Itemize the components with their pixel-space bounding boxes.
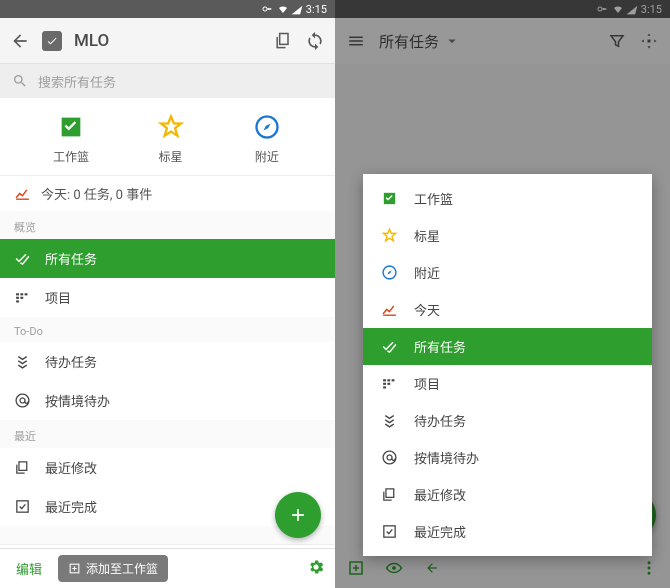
done-icon <box>381 523 398 540</box>
row-by-context[interactable]: 按情境待办 <box>0 381 335 420</box>
chip-label: 添加至工作篮 <box>86 560 158 577</box>
compass-icon <box>253 113 281 141</box>
row-pending[interactable]: 待办任务 <box>0 342 335 381</box>
signal-icon: ◢ <box>292 3 304 16</box>
project-icon <box>14 289 31 306</box>
compass-icon <box>381 264 398 281</box>
search-placeholder: 搜索所有任务 <box>38 72 116 91</box>
bottom-bar: 编辑 添加至工作篮 <box>0 548 335 588</box>
popup-item-star[interactable]: 标星 <box>363 217 652 254</box>
section-overview: 概览 <box>0 211 335 239</box>
row-projects[interactable]: 项目 <box>0 278 335 317</box>
popup-item-inbox[interactable]: 工作篮 <box>363 180 652 217</box>
copy-icon <box>381 486 398 503</box>
row-all-tasks[interactable]: 所有任务 <box>0 239 335 278</box>
row-label: 待办任务 <box>45 352 97 371</box>
at-icon <box>14 392 31 409</box>
popup-item-pending[interactable]: 待办任务 <box>363 402 652 439</box>
view-picker-popup: 工作篮 标星 附近 今天 所有任务 项目 待办任务 按情境待办 最近修改 最近完… <box>363 174 652 556</box>
section-todo: To-Do <box>0 317 335 342</box>
status-bar: ◢ 3:15 <box>0 0 335 18</box>
project-icon <box>381 375 398 392</box>
shortcut-label: 附近 <box>255 148 279 165</box>
popup-item-recent-mod[interactable]: 最近修改 <box>363 476 652 513</box>
popup-item-projects[interactable]: 项目 <box>363 365 652 402</box>
row-label: 最近修改 <box>45 458 97 477</box>
shortcut-inbox[interactable]: 工作篮 <box>53 112 89 165</box>
shortcut-star[interactable]: 标星 <box>156 112 186 165</box>
popup-item-today[interactable]: 今天 <box>363 291 652 328</box>
shortcut-row: 工作篮 标星 附近 <box>0 98 335 175</box>
fab-add[interactable] <box>275 492 321 538</box>
wifi-icon <box>277 3 289 15</box>
row-recent-modified[interactable]: 最近修改 <box>0 448 335 487</box>
sync-icon[interactable] <box>305 31 325 51</box>
header-title: MLO <box>74 31 261 51</box>
edit-button[interactable]: 编辑 <box>10 559 48 578</box>
status-time: 3:15 <box>306 3 327 16</box>
done-icon <box>14 498 31 515</box>
chevrons-icon <box>381 412 398 429</box>
row-label: 按情境待办 <box>45 391 110 410</box>
chart-icon <box>381 301 398 318</box>
copy-icon <box>14 459 31 476</box>
shortcut-label: 标星 <box>158 148 182 165</box>
chevrons-icon <box>14 353 31 370</box>
inbox-icon <box>381 190 398 207</box>
app-badge <box>42 31 62 51</box>
settings-button[interactable] <box>307 558 325 580</box>
copy-icon[interactable] <box>273 31 293 51</box>
row-label: 所有任务 <box>45 249 97 268</box>
key-icon <box>261 3 273 15</box>
add-to-inbox-chip[interactable]: 添加至工作篮 <box>58 555 168 582</box>
row-label: 最近完成 <box>45 497 97 516</box>
app-header: MLO <box>0 18 335 64</box>
plus-icon <box>288 505 308 525</box>
today-row[interactable]: 今天: 0 任务, 0 事件 <box>0 175 335 211</box>
popup-item-recent-done[interactable]: 最近完成 <box>363 513 652 550</box>
back-icon[interactable] <box>10 31 30 51</box>
screen-right: ◢ 3:15 所有任务 ✦ 异星软件空间 yx.hsh.me 工作篮 标星 附近… <box>335 0 670 588</box>
popup-item-context[interactable]: 按情境待办 <box>363 439 652 476</box>
chart-icon <box>14 185 31 202</box>
inbox-icon <box>57 113 85 141</box>
popup-item-all[interactable]: 所有任务 <box>363 328 652 365</box>
screen-left: ◢ 3:15 MLO 搜索所有任务 工作篮 标星 附近 今天: 0 任务, 0 … <box>0 0 335 588</box>
checkall-icon <box>381 338 398 355</box>
row-label: 项目 <box>45 288 71 307</box>
shortcut-label: 工作篮 <box>53 148 89 165</box>
star-icon <box>157 113 185 141</box>
checkall-icon <box>14 250 31 267</box>
star-icon <box>381 227 398 244</box>
gear-icon <box>307 558 325 576</box>
section-recent: 最近 <box>0 420 335 448</box>
at-icon <box>381 449 398 466</box>
search-icon <box>12 73 28 89</box>
today-text: 今天: 0 任务, 0 事件 <box>41 184 152 203</box>
search-bar[interactable]: 搜索所有任务 <box>0 64 335 98</box>
popup-item-nearby[interactable]: 附近 <box>363 254 652 291</box>
plus-box-icon <box>68 562 81 575</box>
shortcut-nearby[interactable]: 附近 <box>252 112 282 165</box>
